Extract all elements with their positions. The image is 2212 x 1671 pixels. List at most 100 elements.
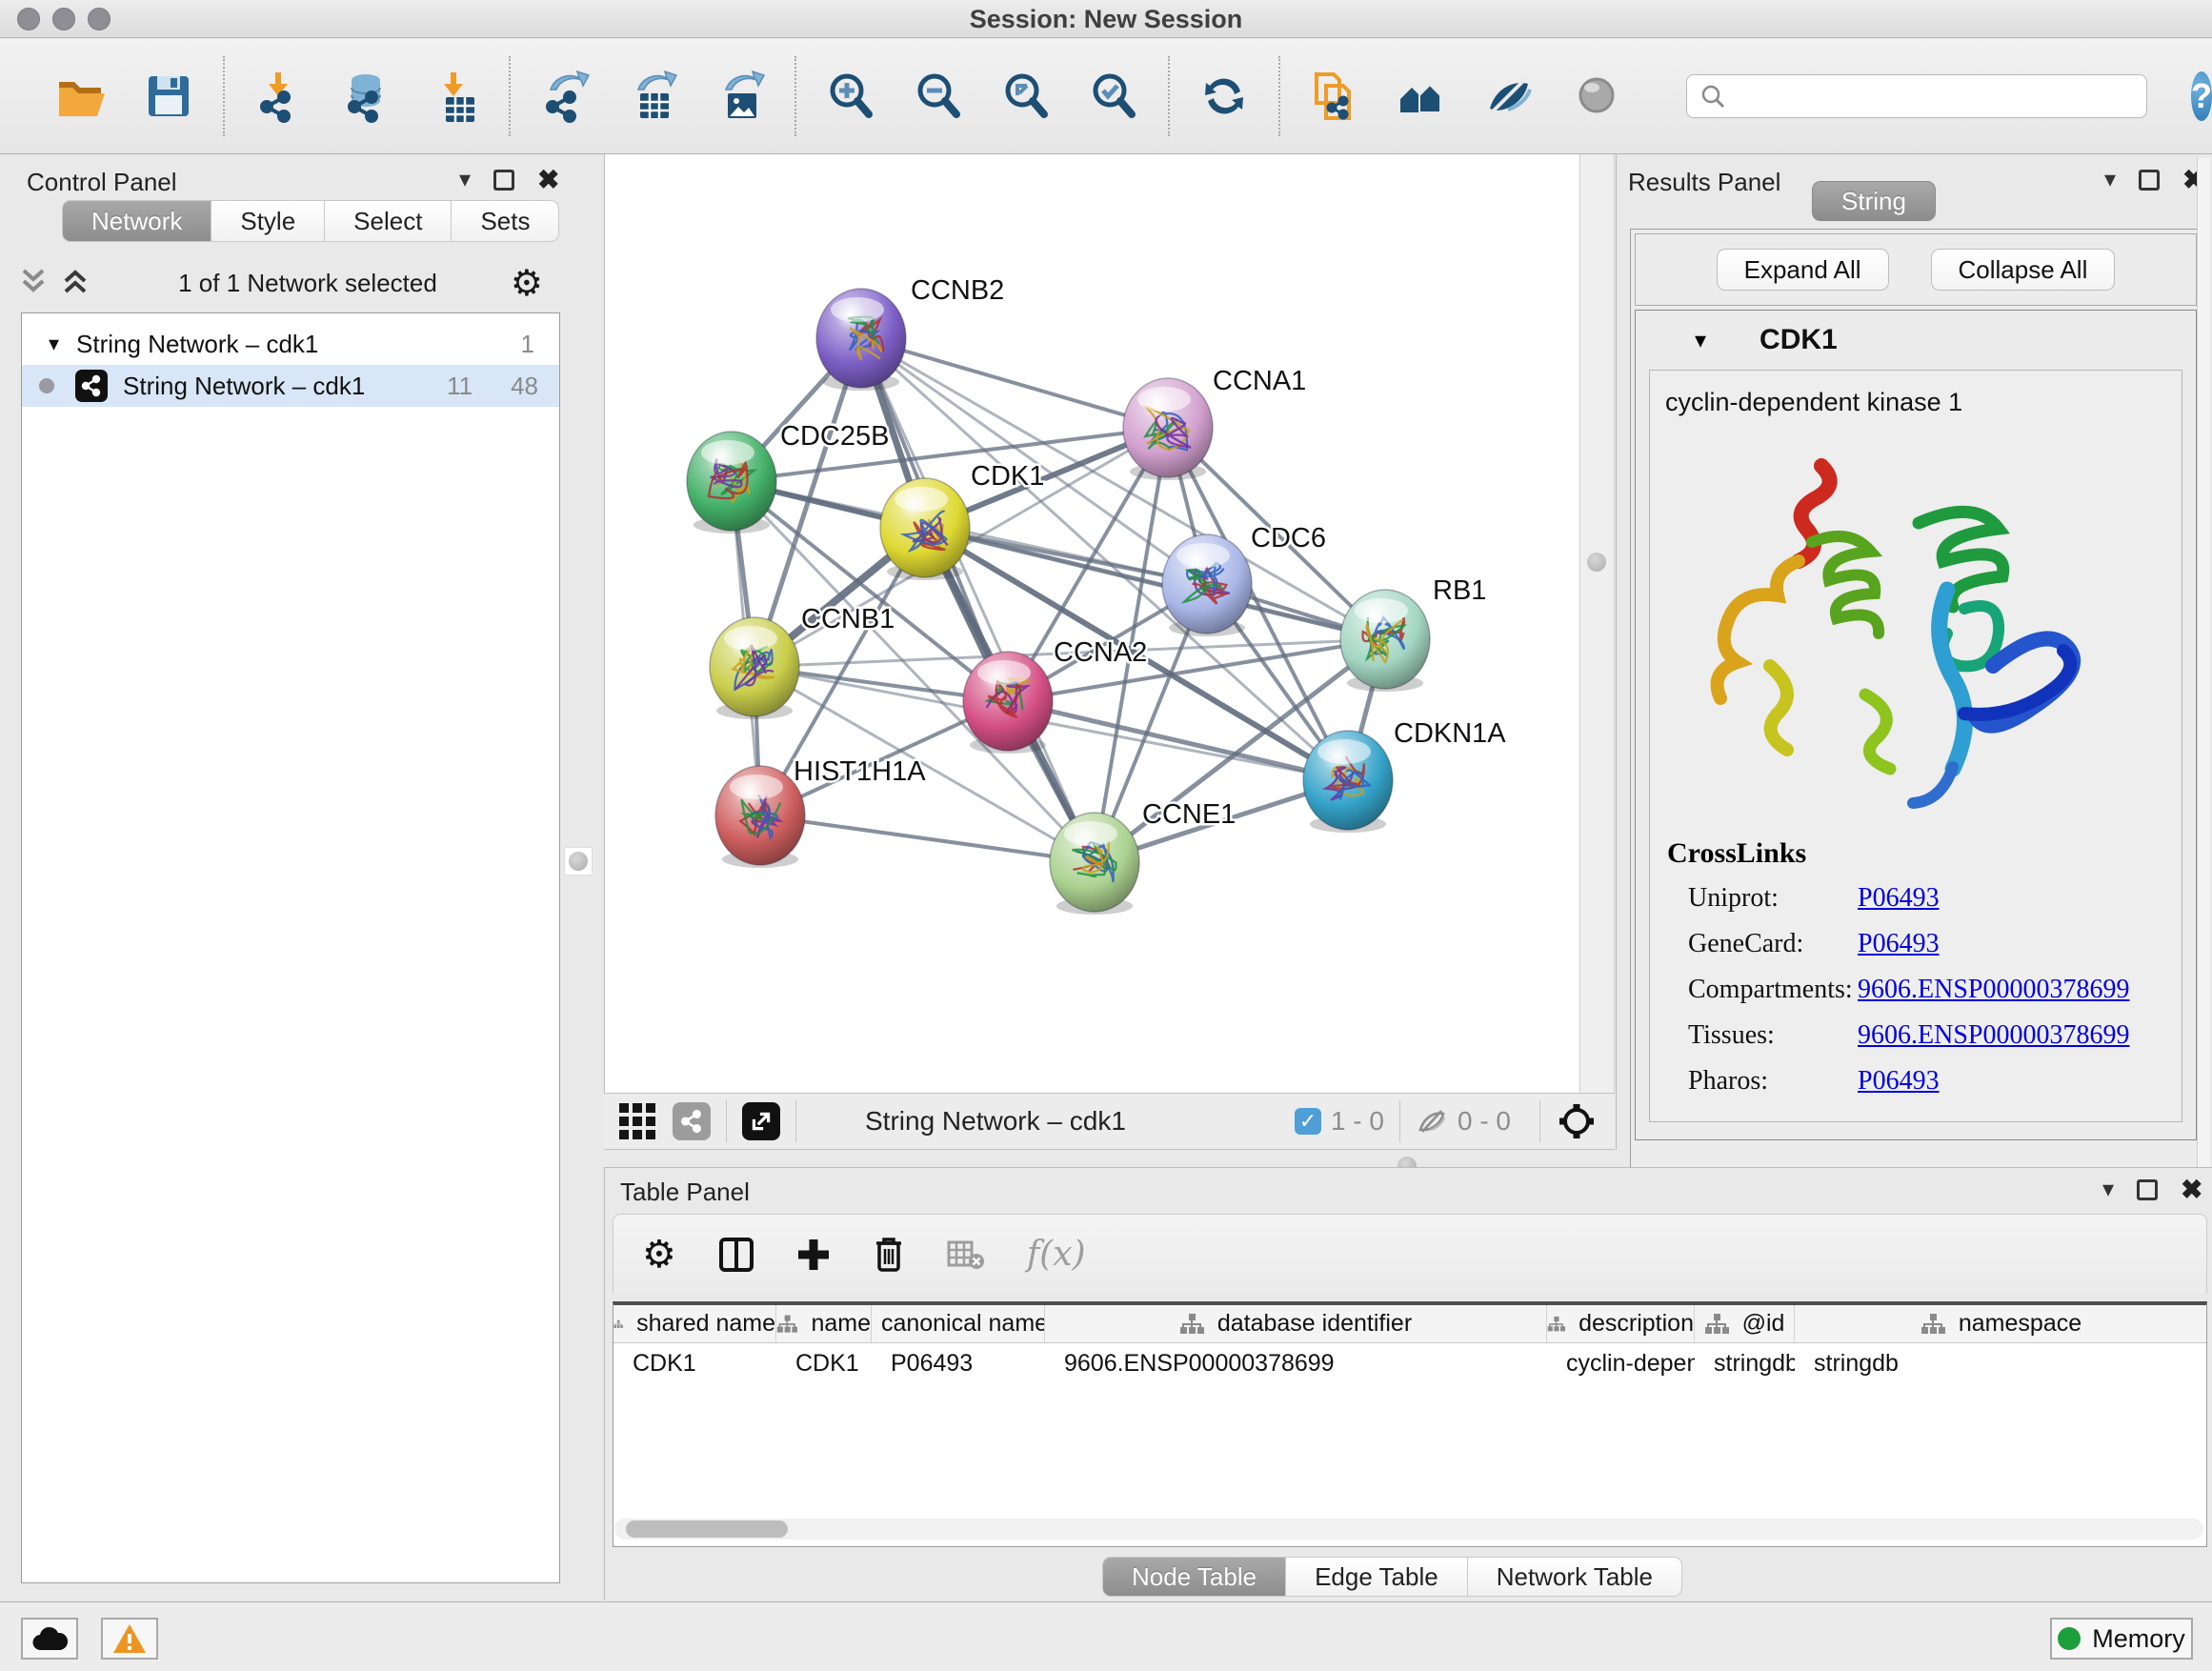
home-icon[interactable] [1393,67,1452,126]
open-network-file-icon[interactable] [1305,67,1364,126]
export-table-icon[interactable] [623,67,682,126]
help-button[interactable]: ? [2191,71,2212,121]
show-columns-icon[interactable] [718,1236,754,1274]
memory-button[interactable]: Memory [2050,1618,2193,1660]
refresh-icon[interactable] [1195,67,1254,126]
import-database-icon[interactable] [337,67,396,126]
panel-close-icon[interactable]: ✖ [537,170,559,191]
column-header-canonical-name[interactable]: canonical name [872,1305,1045,1342]
network-selection-status: 1 of 1 Network selected [105,269,511,298]
table-cell[interactable]: CDK1 [613,1343,776,1383]
table-cell[interactable]: stringdb [1795,1343,2207,1383]
column-header-database-identifier[interactable]: database identifier [1045,1305,1547,1342]
panel-menu-icon[interactable]: ▾ [2104,166,2116,193]
gene-caret-icon[interactable]: ▾ [1695,327,1706,354]
add-column-icon[interactable] [796,1238,831,1272]
table-cell[interactable]: stringdb:9... [1695,1343,1795,1383]
collection-caret-icon[interactable]: ▾ [49,332,59,356]
column-header-description[interactable]: description [1547,1305,1695,1342]
node-label-RB1: RB1 [1433,575,1486,606]
left-splitter-handle[interactable] [564,847,593,876]
tab-sets[interactable]: Sets [451,200,559,242]
node-CDK1[interactable] [880,478,970,580]
table-cell[interactable]: P06493 [872,1343,1045,1383]
zoom-fit-icon[interactable] [996,67,1056,126]
tab-edge-table[interactable]: Edge Table [1285,1557,1468,1597]
cloud-status-button[interactable] [21,1618,78,1660]
node-label-CCNA2: CCNA2 [1054,637,1147,668]
open-session-icon[interactable] [51,67,111,126]
network-options-gear-icon[interactable]: ⚙ [511,262,543,305]
node-CCNE1[interactable] [1050,813,1139,915]
network-share-icon[interactable] [673,1102,711,1140]
export-image-icon[interactable] [711,67,770,126]
expand-all-networks-icon[interactable] [63,267,88,300]
node-CDKN1A[interactable] [1303,731,1393,833]
vertical-splitter[interactable] [1579,154,1615,1093]
table-cell[interactable]: CDK1 [776,1343,872,1383]
node-CDC25B[interactable] [687,432,776,534]
column-header-namespace[interactable]: namespace [1795,1305,2207,1342]
table-horizontal-scrollbar[interactable] [614,1519,2203,1540]
tab-network[interactable]: Network [62,200,211,242]
network-canvas[interactable]: CCNB2CCNA1CDC25BCDK1CDC6RB1CCNB1CCNA2CDK… [604,154,1579,1093]
zoom-selected-icon[interactable] [1084,67,1143,126]
crosslink-link[interactable]: P06493 [1858,1066,1940,1097]
import-table-icon[interactable] [425,67,484,126]
network-row[interactable]: String Network – cdk1 11 48 [22,365,559,407]
network-row-label: String Network – cdk1 [123,372,447,401]
search-box[interactable] [1686,74,2147,118]
zoom-in-icon[interactable] [821,67,880,126]
node-CCNA1[interactable] [1123,378,1213,480]
import-network-icon[interactable] [250,67,309,126]
network-collection-row[interactable]: ▾ String Network – cdk1 1 [22,323,559,365]
search-input[interactable] [1735,83,2135,110]
node-table[interactable]: shared namenamecanonical namedatabase id… [613,1301,2207,1547]
delete-column-icon[interactable] [873,1236,905,1274]
tab-network-table[interactable]: Network Table [1467,1557,1682,1597]
birdseye-view-icon[interactable] [742,1102,780,1140]
hide-selected-icon[interactable] [1480,67,1539,126]
tab-select[interactable]: Select [324,200,452,242]
node-CDC6[interactable] [1162,534,1252,636]
table-cell[interactable]: cyclin-dependent ... [1547,1343,1695,1383]
show-hidden-icon[interactable] [1568,67,1627,126]
panel-float-icon[interactable] [2139,170,2160,191]
collapse-all-networks-icon[interactable] [21,267,46,300]
right-splitter-handle[interactable] [1582,548,1611,576]
crosslink-link[interactable]: P06493 [1858,929,1940,959]
node-CCNB1[interactable] [710,617,799,719]
save-session-icon[interactable] [139,67,198,126]
panel-float-icon[interactable] [2137,1179,2158,1200]
expand-all-button[interactable]: Expand All [1717,249,1889,291]
grid-view-icon[interactable] [619,1103,655,1139]
panel-float-icon[interactable] [493,170,514,191]
node-HIST1H1A[interactable] [715,766,805,868]
edge-HIST1H1A-CCNE1[interactable] [760,815,1095,862]
zoom-out-icon[interactable] [909,67,968,126]
tab-style[interactable]: Style [211,200,325,242]
column-header-name[interactable]: name [776,1305,872,1342]
panel-close-icon[interactable]: ✖ [2181,1179,2202,1200]
results-scrollbar[interactable] [2197,158,2210,1187]
node-RB1[interactable] [1340,590,1430,692]
collapse-all-button[interactable]: Collapse All [1931,249,2116,291]
panel-menu-icon[interactable]: ▾ [2102,1176,2114,1203]
panel-menu-icon[interactable]: ▾ [459,166,471,193]
table-cell[interactable]: 9606.ENSP00000378699 [1045,1343,1547,1383]
gene-section-header[interactable]: ▾ CDK1 [1636,311,2196,370]
crosshair-target-icon[interactable] [1556,1100,1598,1142]
tab-node-table[interactable]: Node Table [1102,1557,1286,1597]
table-settings-gear-icon[interactable]: ⚙ [642,1233,676,1277]
warning-button[interactable] [101,1618,158,1660]
selected-checkbox-icon[interactable]: ✓ [1295,1108,1321,1135]
edge-CCNB2-CCNA1[interactable] [861,338,1168,428]
column-header--id[interactable]: @id [1695,1305,1795,1342]
column-header-shared-name[interactable]: shared name [613,1305,776,1342]
crosslink-link[interactable]: P06493 [1858,883,1940,914]
export-network-icon[interactable] [535,67,594,126]
edge-CCNA2-CDKN1A[interactable] [1008,701,1348,780]
crosslink-link[interactable]: 9606.ENSP00000378699 [1858,975,2129,1005]
tab-string[interactable]: String [1812,181,1936,221]
crosslink-link[interactable]: 9606.ENSP00000378699 [1858,1020,2129,1051]
